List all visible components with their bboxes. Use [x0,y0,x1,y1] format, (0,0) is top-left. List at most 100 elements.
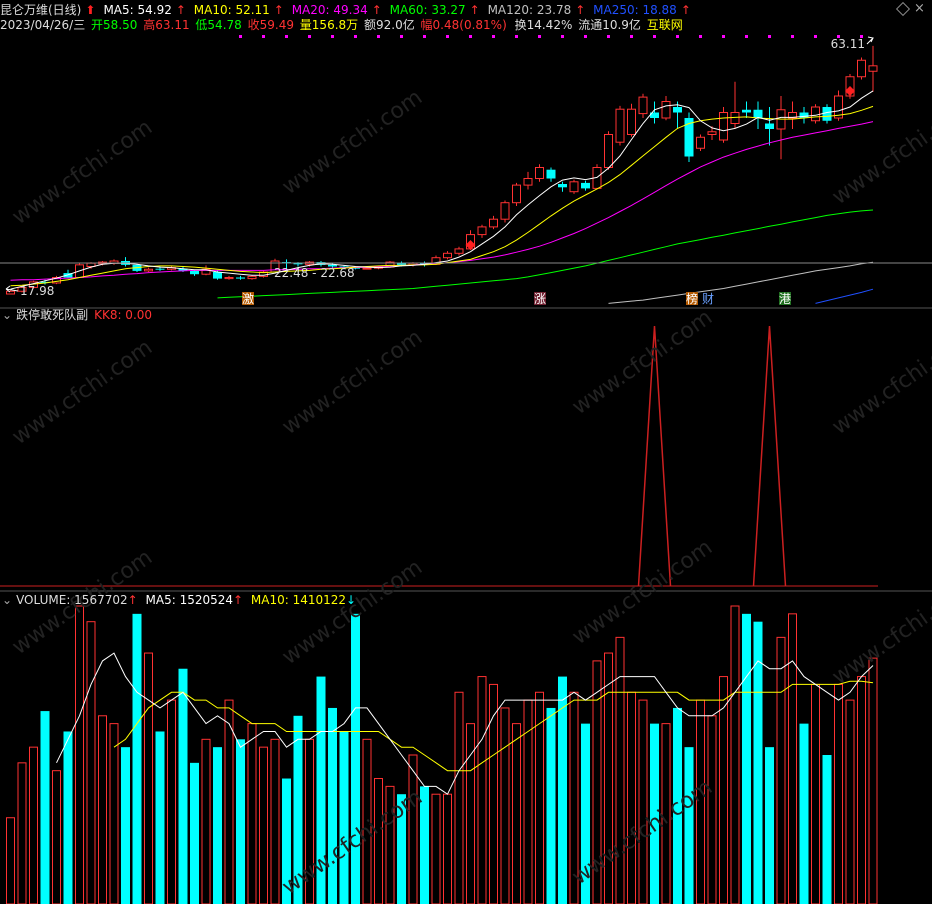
chart-root: 63.11 17.98 22.48 - 22.68 激涨榜财港 www.cfchi.c… [0,0,932,904]
candle-body [696,136,705,149]
volume-bar [40,711,50,904]
volume-bar [29,746,38,904]
ma10-up-icon: ↑ [273,3,284,17]
tag-2: 涨 [534,291,546,306]
volume-bar [224,699,234,904]
candle-body [615,108,625,143]
signal-dot [745,35,748,38]
low-value: 低54.78 [195,18,242,32]
change-value: 幅0.48(0.81%) [420,18,507,32]
volume-bar [213,747,222,904]
volume-bar [63,731,73,904]
signal-dot [285,35,288,38]
volume-bar [477,676,487,904]
sector-link[interactable]: 互联网 [647,18,683,32]
tag-5: 港 [779,292,791,306]
signal-dot [630,35,633,38]
candle-body [604,134,613,168]
ma20-up-icon: ↑ [371,3,382,17]
volume-header: ⌄ VOLUME: 1567702↑ MA5: 1520524↑ MA10: 14… [2,593,360,607]
volume-bar [638,699,648,904]
open-value: 开58.50 [91,18,138,32]
candle-body [627,108,636,135]
candle-body [236,277,245,279]
volume-bar [523,699,533,904]
kk8-peak [752,325,787,587]
range-label: 22.48 - 22.68 [274,266,355,280]
volume-bar [328,707,337,904]
volume-bar [845,699,855,904]
signal-dot [308,35,311,38]
volume-bar [98,715,107,904]
indicator-title[interactable]: 跌停敢死队副 [16,308,88,322]
volume-bar [167,699,176,904]
candle-body [707,131,717,135]
volume-bar [512,723,521,904]
candle-body [868,65,878,72]
kk8-value: KK8: 0.00 [94,308,153,322]
ma60-line [217,209,874,299]
volume-bar [742,613,751,904]
volume-bar [121,747,130,904]
candle-body [489,218,498,228]
candle-body [822,107,832,121]
signal-dot [446,35,449,38]
volume-bar [236,739,245,904]
signal-dot [768,35,771,38]
signal-dot [354,35,357,38]
candle-body [523,178,533,186]
volume-bar [753,621,763,904]
volume-label[interactable]: VOLUME: 1567702 [16,593,128,607]
volume-bar [178,668,188,904]
volume-bar [431,793,441,904]
candle-body [6,290,15,295]
tag-1: 激 [242,292,254,306]
volume-bar [500,707,510,904]
volume-bar [86,621,96,904]
amount-value: 额92.0亿 [363,18,415,32]
volume-bar [834,683,843,904]
candle-body [719,112,728,141]
close-value: 收59.49 [247,18,294,32]
volume-bar [155,731,165,904]
volume-bar [684,747,694,904]
volume-menu-icon[interactable]: ⌄ [2,593,12,607]
volume-bar [247,723,257,904]
candle-body [569,181,579,193]
volume-bar [443,793,452,904]
candle-body [765,123,774,129]
candle-body [661,101,671,119]
ma10-value: MA10: 52.11 [193,3,270,17]
signal-dot [653,35,656,38]
volume-bar [201,738,211,904]
volume-bar [109,723,119,904]
ma250-up-icon: ↑ [680,3,691,17]
candle-body [811,106,820,122]
arrow-icon [866,36,875,45]
signal-dot [676,35,679,38]
signal-dot [722,35,725,38]
candle-body [558,184,567,188]
volume-value: 量156.8万 [299,18,359,32]
signal-dot [561,35,564,38]
candle-body [638,96,648,115]
volume-up-icon: ↑ [127,593,138,607]
signal-dot [515,35,518,38]
volume-bar [707,715,717,904]
ma60-value: MA60: 33.27 [389,3,466,17]
signal-dot [538,35,541,38]
volume-bar [546,707,556,904]
candle-body [512,184,521,204]
ma5-value: MA5: 54.92 [103,3,172,17]
date: 2023/04/26/三 [0,18,86,32]
signal-dot [791,35,794,38]
volume-bar [765,747,774,904]
high-price-label: 63.11 [831,37,865,51]
volume-bar [719,676,728,904]
indicator-menu-icon[interactable]: ⌄ [2,308,12,322]
close-icon[interactable]: × [914,1,925,16]
indicator-header: ⌄ 跌停敢死队副 KK8: 0.00 [2,308,156,322]
signal-dot [331,35,334,38]
stock-name[interactable]: 昆仑万维(日线) [0,3,81,17]
volume-bar [75,605,84,904]
